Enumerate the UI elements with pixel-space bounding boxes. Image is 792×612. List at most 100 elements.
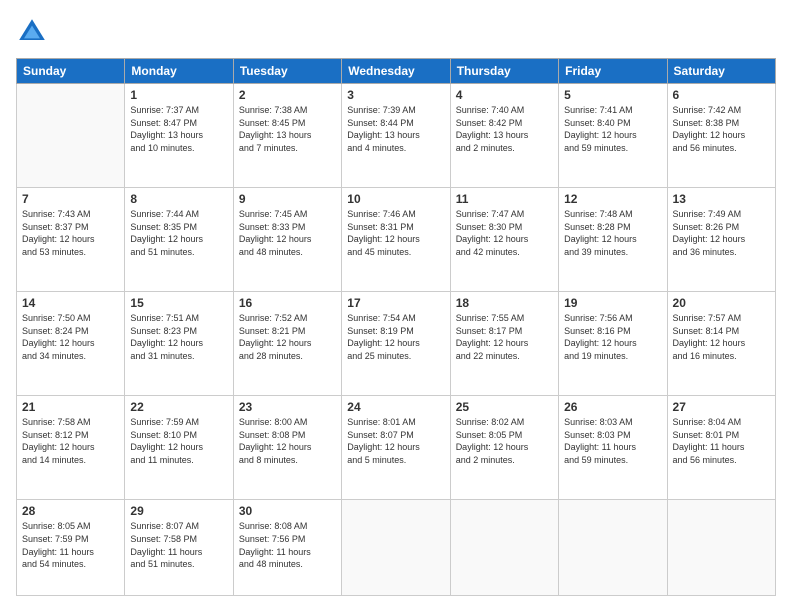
calendar-cell: 6Sunrise: 7:42 AM Sunset: 8:38 PM Daylig… [667, 84, 775, 188]
day-info: Sunrise: 8:01 AM Sunset: 8:07 PM Dayligh… [347, 416, 444, 466]
calendar-cell [342, 500, 450, 596]
day-info: Sunrise: 7:48 AM Sunset: 8:28 PM Dayligh… [564, 208, 661, 258]
day-info: Sunrise: 7:46 AM Sunset: 8:31 PM Dayligh… [347, 208, 444, 258]
day-info: Sunrise: 8:05 AM Sunset: 7:59 PM Dayligh… [22, 520, 119, 570]
day-number: 11 [456, 192, 553, 206]
day-info: Sunrise: 7:37 AM Sunset: 8:47 PM Dayligh… [130, 104, 227, 154]
calendar-week-3: 21 Sunrise: 7:58 AM Sunset: 8:12 PM Dayli… [17, 396, 776, 500]
day-number: 7 [22, 192, 119, 206]
calendar-table: SundayMondayTuesdayWednesdayThursdayFrid… [16, 58, 776, 596]
calendar-cell: 27 Sunrise: 8:04 AM Sunset: 8:01 PM Dayli… [667, 396, 775, 500]
day-info: Sunrise: 7:44 AM Sunset: 8:35 PM Dayligh… [130, 208, 227, 258]
day-info: Sunrise: 7:43 AM Sunset: 8:37 PM Dayligh… [22, 208, 119, 258]
weekday-header-sunday: Sunday [17, 59, 125, 84]
day-info: Sunrise: 8:07 AM Sunset: 7:58 PM Dayligh… [130, 520, 227, 570]
calendar-cell: 30 Sunrise: 8:08 AM Sunset: 7:56 PM Dayli… [233, 500, 341, 596]
day-number: 27 [673, 400, 770, 414]
calendar-cell: 10 Sunrise: 7:46 AM Sunset: 8:31 PM Dayli… [342, 188, 450, 292]
day-number: 4 [456, 88, 553, 102]
calendar-cell: 24 Sunrise: 8:01 AM Sunset: 8:07 PM Dayli… [342, 396, 450, 500]
day-info: Sunrise: 7:57 AM Sunset: 8:14 PM Dayligh… [673, 312, 770, 362]
day-info: Sunrise: 7:38 AM Sunset: 8:45 PM Dayligh… [239, 104, 336, 154]
calendar-cell: 16 Sunrise: 7:52 AM Sunset: 8:21 PM Dayli… [233, 292, 341, 396]
day-info: Sunrise: 7:47 AM Sunset: 8:30 PM Dayligh… [456, 208, 553, 258]
day-number: 3 [347, 88, 444, 102]
calendar-cell: 13Sunrise: 7:49 AM Sunset: 8:26 PM Dayli… [667, 188, 775, 292]
day-number: 28 [22, 504, 119, 518]
day-info: Sunrise: 7:39 AM Sunset: 8:44 PM Dayligh… [347, 104, 444, 154]
day-info: Sunrise: 7:56 AM Sunset: 8:16 PM Dayligh… [564, 312, 661, 362]
day-number: 14 [22, 296, 119, 310]
day-number: 22 [130, 400, 227, 414]
day-number: 13 [673, 192, 770, 206]
calendar-week-2: 14 Sunrise: 7:50 AM Sunset: 8:24 PM Dayli… [17, 292, 776, 396]
calendar-cell: 11 Sunrise: 7:47 AM Sunset: 8:30 PM Dayli… [450, 188, 558, 292]
day-info: Sunrise: 8:04 AM Sunset: 8:01 PM Dayligh… [673, 416, 770, 466]
day-number: 21 [22, 400, 119, 414]
weekday-header-monday: Monday [125, 59, 233, 84]
calendar-cell: 3 Sunrise: 7:39 AM Sunset: 8:44 PM Daylig… [342, 84, 450, 188]
day-info: Sunrise: 7:41 AM Sunset: 8:40 PM Dayligh… [564, 104, 661, 154]
calendar-cell: 5 Sunrise: 7:41 AM Sunset: 8:40 PM Daylig… [559, 84, 667, 188]
day-info: Sunrise: 8:00 AM Sunset: 8:08 PM Dayligh… [239, 416, 336, 466]
calendar-cell: 14 Sunrise: 7:50 AM Sunset: 8:24 PM Dayli… [17, 292, 125, 396]
calendar-cell: 9Sunrise: 7:45 AM Sunset: 8:33 PM Daylig… [233, 188, 341, 292]
calendar-cell: 17Sunrise: 7:54 AM Sunset: 8:19 PM Dayli… [342, 292, 450, 396]
day-number: 23 [239, 400, 336, 414]
calendar-cell: 15Sunrise: 7:51 AM Sunset: 8:23 PM Dayli… [125, 292, 233, 396]
day-number: 20 [673, 296, 770, 310]
day-info: Sunrise: 7:58 AM Sunset: 8:12 PM Dayligh… [22, 416, 119, 466]
day-info: Sunrise: 7:52 AM Sunset: 8:21 PM Dayligh… [239, 312, 336, 362]
page: SundayMondayTuesdayWednesdayThursdayFrid… [0, 0, 792, 612]
day-number: 16 [239, 296, 336, 310]
logo-icon [16, 16, 48, 48]
day-number: 17 [347, 296, 444, 310]
weekday-header-friday: Friday [559, 59, 667, 84]
calendar-cell [17, 84, 125, 188]
day-number: 25 [456, 400, 553, 414]
day-info: Sunrise: 8:02 AM Sunset: 8:05 PM Dayligh… [456, 416, 553, 466]
calendar-cell: 23 Sunrise: 8:00 AM Sunset: 8:08 PM Dayli… [233, 396, 341, 500]
calendar-cell: 19 Sunrise: 7:56 AM Sunset: 8:16 PM Dayli… [559, 292, 667, 396]
header [16, 16, 776, 48]
calendar-cell: 4 Sunrise: 7:40 AM Sunset: 8:42 PM Daylig… [450, 84, 558, 188]
day-number: 15 [130, 296, 227, 310]
day-number: 30 [239, 504, 336, 518]
day-info: Sunrise: 7:55 AM Sunset: 8:17 PM Dayligh… [456, 312, 553, 362]
day-number: 19 [564, 296, 661, 310]
day-number: 8 [130, 192, 227, 206]
calendar-cell: 26Sunrise: 8:03 AM Sunset: 8:03 PM Dayli… [559, 396, 667, 500]
day-info: Sunrise: 7:40 AM Sunset: 8:42 PM Dayligh… [456, 104, 553, 154]
calendar-cell: 12 Sunrise: 7:48 AM Sunset: 8:28 PM Dayli… [559, 188, 667, 292]
calendar-week-1: 7 Sunrise: 7:43 AM Sunset: 8:37 PM Daylig… [17, 188, 776, 292]
calendar-cell: 25 Sunrise: 8:02 AM Sunset: 8:05 PM Dayli… [450, 396, 558, 500]
calendar-cell [559, 500, 667, 596]
calendar-cell: 29 Sunrise: 8:07 AM Sunset: 7:58 PM Dayli… [125, 500, 233, 596]
day-number: 29 [130, 504, 227, 518]
calendar-cell: 22 Sunrise: 7:59 AM Sunset: 8:10 PM Dayli… [125, 396, 233, 500]
day-number: 12 [564, 192, 661, 206]
day-info: Sunrise: 8:08 AM Sunset: 7:56 PM Dayligh… [239, 520, 336, 570]
calendar-cell: 20 Sunrise: 7:57 AM Sunset: 8:14 PM Dayli… [667, 292, 775, 396]
day-number: 5 [564, 88, 661, 102]
calendar-cell: 7 Sunrise: 7:43 AM Sunset: 8:37 PM Daylig… [17, 188, 125, 292]
calendar-cell: 8 Sunrise: 7:44 AM Sunset: 8:35 PM Daylig… [125, 188, 233, 292]
day-info: Sunrise: 7:45 AM Sunset: 8:33 PM Dayligh… [239, 208, 336, 258]
day-info: Sunrise: 7:59 AM Sunset: 8:10 PM Dayligh… [130, 416, 227, 466]
calendar-week-0: 1 Sunrise: 7:37 AM Sunset: 8:47 PM Daylig… [17, 84, 776, 188]
calendar-cell: 28 Sunrise: 8:05 AM Sunset: 7:59 PM Dayli… [17, 500, 125, 596]
calendar-week-4: 28 Sunrise: 8:05 AM Sunset: 7:59 PM Dayli… [17, 500, 776, 596]
day-number: 1 [130, 88, 227, 102]
day-number: 2 [239, 88, 336, 102]
calendar-cell: 18 Sunrise: 7:55 AM Sunset: 8:17 PM Dayli… [450, 292, 558, 396]
day-number: 24 [347, 400, 444, 414]
day-number: 10 [347, 192, 444, 206]
day-info: Sunrise: 7:50 AM Sunset: 8:24 PM Dayligh… [22, 312, 119, 362]
weekday-header-wednesday: Wednesday [342, 59, 450, 84]
calendar-cell [450, 500, 558, 596]
logo [16, 16, 52, 48]
day-number: 18 [456, 296, 553, 310]
calendar-cell [667, 500, 775, 596]
calendar-cell: 2 Sunrise: 7:38 AM Sunset: 8:45 PM Daylig… [233, 84, 341, 188]
day-info: Sunrise: 7:42 AM Sunset: 8:38 PM Dayligh… [673, 104, 770, 154]
